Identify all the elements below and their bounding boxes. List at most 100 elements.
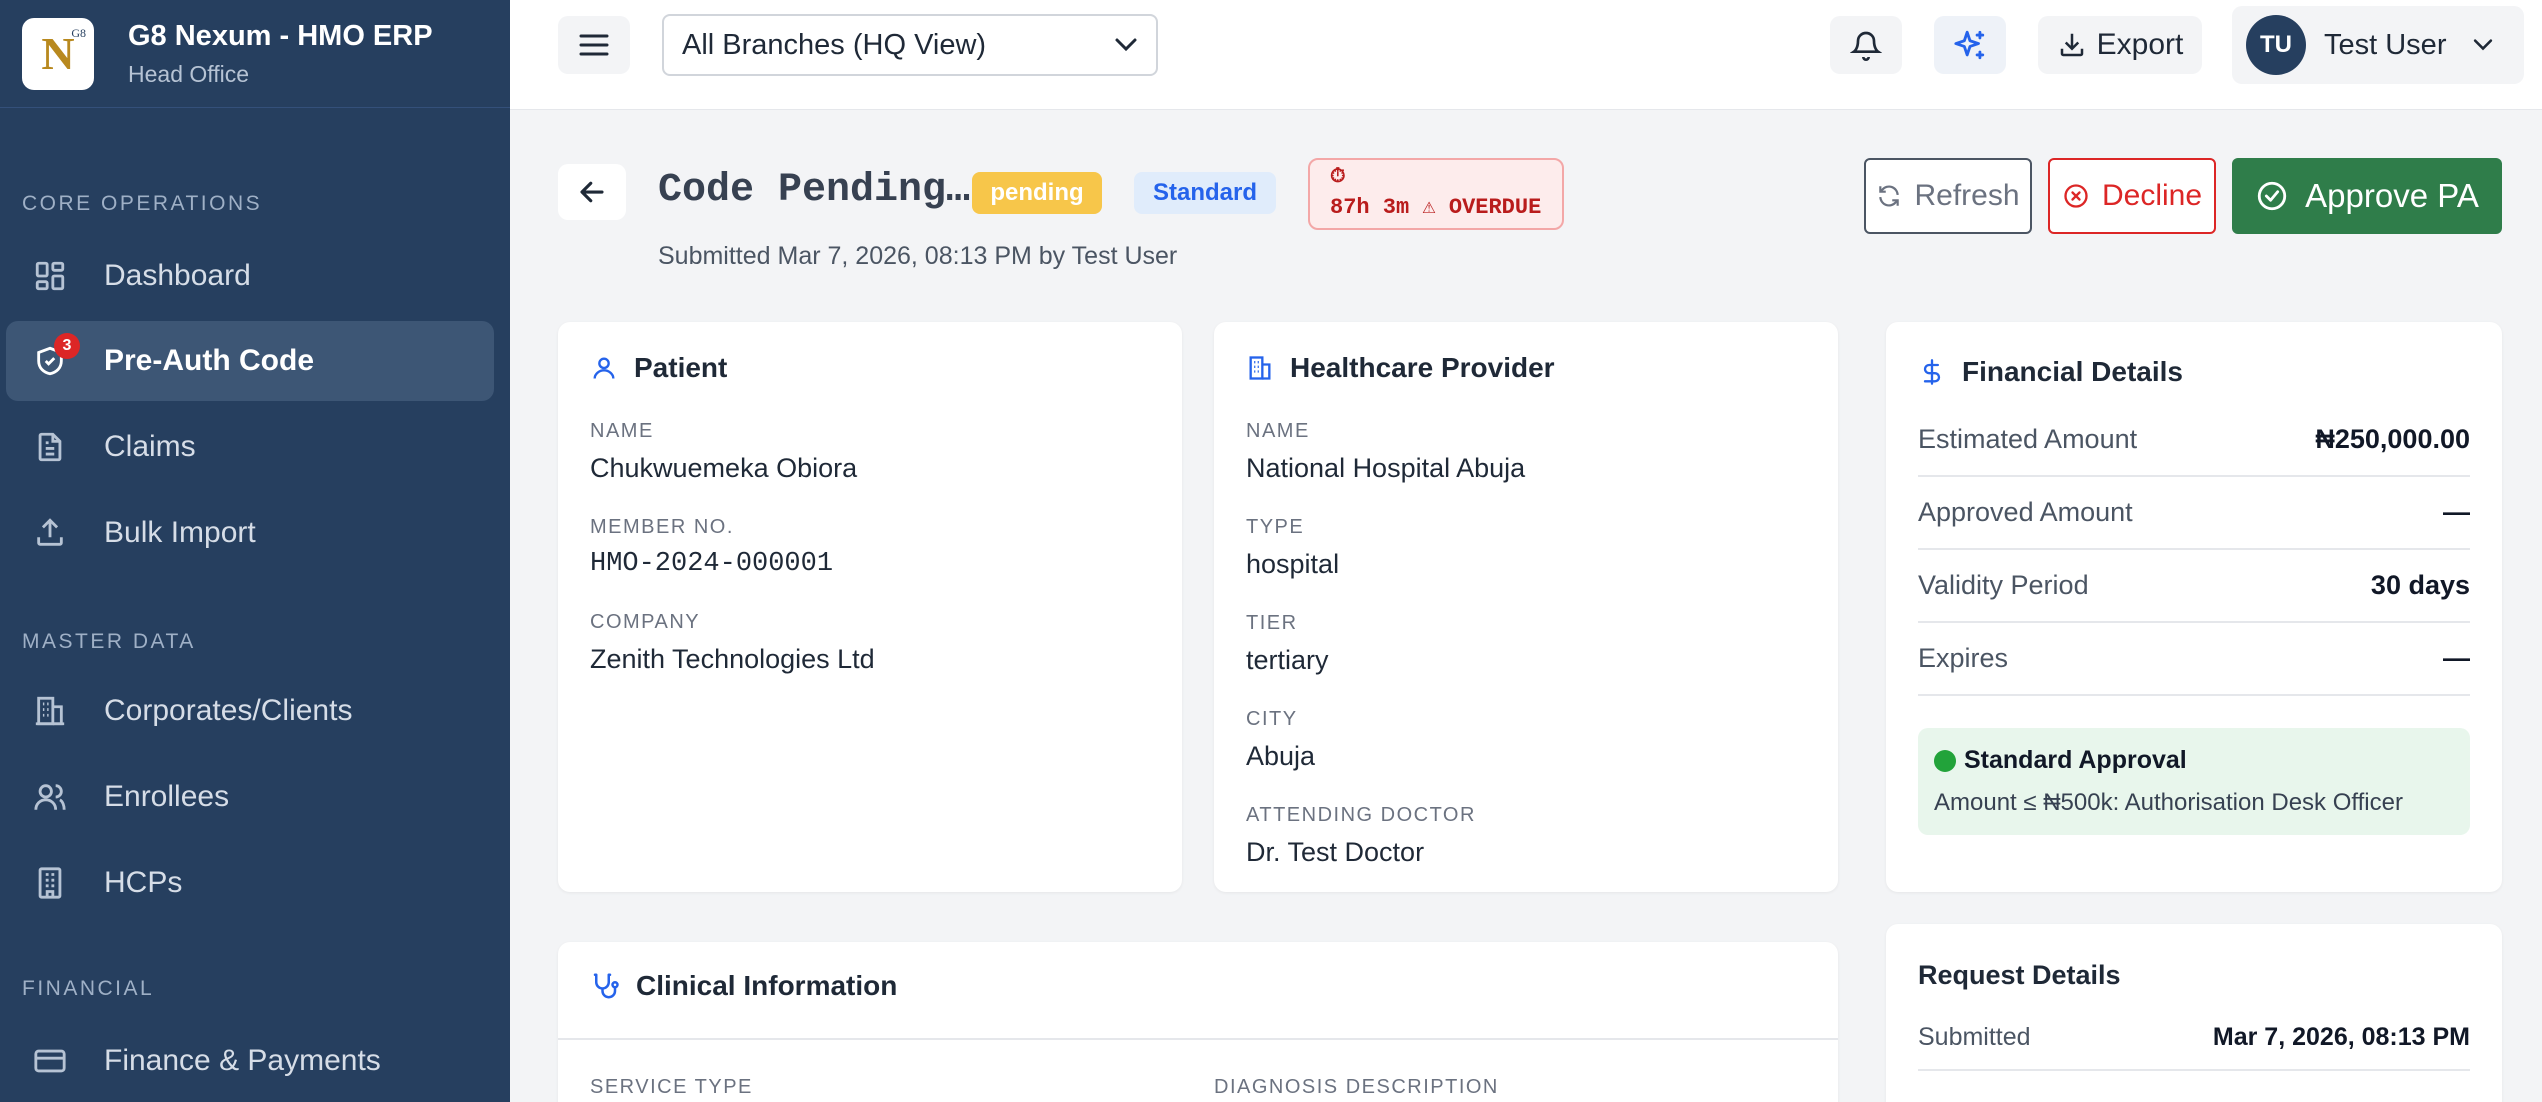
sidebar-item-dashboard[interactable]: Dashboard — [6, 236, 494, 316]
credit-card-icon — [32, 1043, 68, 1079]
estimated-amount-value: ₦250,000.00 — [2315, 424, 2470, 454]
menu-toggle-button[interactable] — [558, 16, 630, 74]
export-label: Export — [2096, 28, 2184, 61]
decline-button[interactable]: Decline — [2048, 158, 2216, 234]
provider-name: National Hospital Abuja — [1246, 453, 1526, 483]
app-subtitle: Head Office — [128, 60, 250, 87]
document-icon — [32, 429, 68, 465]
sidebar: G8 N G8 Nexum - HMO ERP Head Office CORE… — [0, 0, 510, 1102]
member-no: HMO-2024-000001 — [590, 549, 834, 579]
clinical-card-title: Clinical Information — [558, 942, 1838, 1040]
dashboard-icon — [32, 258, 68, 294]
chevron-down-icon — [2474, 39, 2493, 51]
approval-level-description: Amount ≤ ₦500k: Authorisation Desk Offic… — [1934, 789, 2403, 816]
section-financial: FINANCIAL — [22, 977, 155, 1000]
request-row-submitted: Submitted Mar 7, 2026, 08:13 PM — [1918, 1005, 2470, 1071]
sidebar-item-claims[interactable]: Claims — [6, 407, 494, 487]
sidebar-item-corporates[interactable]: Corporates/Clients — [6, 671, 494, 751]
stopwatch-icon: ⏱ — [1330, 166, 1346, 189]
financial-title-text: Financial Details — [1962, 356, 2183, 387]
overdue-timer-badge: ⏱ 87h 3m ⚠ OVERDUE — [1308, 158, 1564, 230]
healthcare-provider-card: Healthcare Provider NAME National Hospit… — [1214, 322, 1838, 892]
export-button[interactable]: Export — [2038, 16, 2202, 74]
request-submitted-label: Submitted — [1918, 1022, 2031, 1051]
approve-pa-button[interactable]: Approve PA — [2232, 158, 2502, 234]
building-icon — [32, 693, 68, 729]
branch-select[interactable]: All Branches (HQ View) — [662, 14, 1158, 76]
back-button[interactable] — [558, 164, 626, 220]
brand-header: G8 N G8 Nexum - HMO ERP Head Office — [0, 0, 510, 108]
user-icon — [593, 357, 615, 379]
sidebar-item-pre-auth-code[interactable]: 3 Pre-Auth Code — [6, 321, 494, 401]
ai-assistant-button[interactable] — [1934, 16, 2006, 74]
sidebar-item-label: Finance & Payments — [104, 1044, 381, 1077]
financial-details-card: Financial Details Estimated Amount ₦250,… — [1886, 322, 2502, 892]
green-dot-icon — [1934, 749, 1956, 772]
patient-title-text: Patient — [634, 352, 728, 383]
patient-name: Chukwuemeka Obiora — [590, 453, 858, 483]
brand-logo[interactable]: G8 N — [22, 17, 94, 90]
provider-city: Abuja — [1246, 741, 1316, 771]
sidebar-item-label: Pre-Auth Code — [104, 344, 314, 377]
expires-label: Expires — [1918, 643, 2009, 673]
patient-card-title: Patient — [590, 352, 1150, 384]
sidebar-item-label: Dashboard — [104, 259, 251, 292]
provider-type-label: TYPE — [1246, 516, 1305, 538]
company-name: Zenith Technologies Ltd — [590, 644, 875, 674]
patient-card: Patient NAME Chukwuemeka Obiora MEMBER N… — [558, 322, 1182, 892]
provider-name-label: NAME — [1246, 420, 1310, 442]
users-icon — [32, 779, 68, 815]
chevron-down-icon — [1115, 38, 1137, 52]
upload-icon — [32, 515, 68, 551]
service-type-label: SERVICE TYPE — [590, 1076, 753, 1098]
building-icon — [1249, 356, 1271, 380]
logo-mark: G8 — [71, 25, 86, 40]
provider-tier: tertiary — [1246, 645, 1329, 675]
submitted-info: Submitted Mar 7, 2026, 08:13 PM by Test … — [658, 242, 1178, 270]
notifications-button[interactable] — [1830, 16, 1902, 74]
approval-title-text: Standard Approval — [1964, 746, 2187, 774]
sidebar-item-finance-payments[interactable]: Finance & Payments — [6, 1021, 494, 1101]
provider-city-label: CITY — [1246, 708, 1298, 730]
attending-doctor: Dr. Test Doctor — [1246, 837, 1425, 867]
app-title: G8 Nexum - HMO ERP — [128, 19, 433, 52]
estimated-amount-label: Estimated Amount — [1918, 424, 2138, 454]
member-no-label: MEMBER NO. — [590, 516, 734, 538]
download-icon — [2060, 33, 2083, 57]
shield-check-icon: 3 — [32, 333, 80, 379]
provider-tier-label: TIER — [1246, 612, 1298, 634]
approved-amount-label: Approved Amount — [1918, 497, 2133, 527]
approval-level-title: Standard Approval — [1934, 746, 2454, 775]
approval-level-box: Standard Approval Amount ≤ ₦500k: Author… — [1918, 728, 2470, 835]
request-details-title: Request Details — [1918, 960, 2121, 990]
financial-row-expires: Expires — — [1918, 623, 2470, 696]
refresh-icon — [1879, 185, 1900, 207]
avatar: TU — [2246, 15, 2306, 75]
validity-period-value: 30 days — [2370, 570, 2470, 600]
branch-select-value: All Branches (HQ View) — [682, 28, 987, 61]
provider-card-title: Healthcare Provider — [1246, 352, 1806, 384]
sparkles-icon — [1954, 30, 1985, 60]
bell-icon — [1850, 31, 1882, 61]
user-menu[interactable]: TU Test User — [2232, 6, 2524, 84]
user-name: Test User — [2324, 28, 2447, 61]
overdue-text: 87h 3m ⚠ OVERDUE — [1330, 195, 1542, 220]
sidebar-item-bulk-import[interactable]: Bulk Import — [6, 493, 494, 573]
financial-row-approved: Approved Amount — — [1918, 477, 2470, 550]
check-circle-icon — [2258, 181, 2287, 211]
request-details-card: Request Details Submitted Mar 7, 2026, 0… — [1886, 924, 2502, 1102]
sidebar-item-label: HCPs — [104, 866, 183, 899]
refresh-button[interactable]: Refresh — [1864, 158, 2032, 234]
page-title: Code Pending… — [658, 168, 971, 213]
clinical-title-text: Clinical Information — [636, 970, 898, 1001]
logo-letter: N — [41, 28, 75, 79]
company-label: COMPANY — [590, 611, 701, 633]
x-circle-icon — [2064, 184, 2088, 208]
sidebar-item-enrollees[interactable]: Enrollees — [6, 757, 494, 837]
sidebar-item-label: Enrollees — [104, 780, 230, 813]
sidebar-item-hcps[interactable]: HCPs — [6, 843, 494, 923]
dollar-icon — [1923, 359, 1941, 385]
arrow-left-icon — [580, 181, 604, 203]
topbar: All Branches (HQ View) Export TU Test Us… — [510, 0, 2542, 110]
attending-doctor-label: ATTENDING DOCTOR — [1246, 804, 1476, 826]
